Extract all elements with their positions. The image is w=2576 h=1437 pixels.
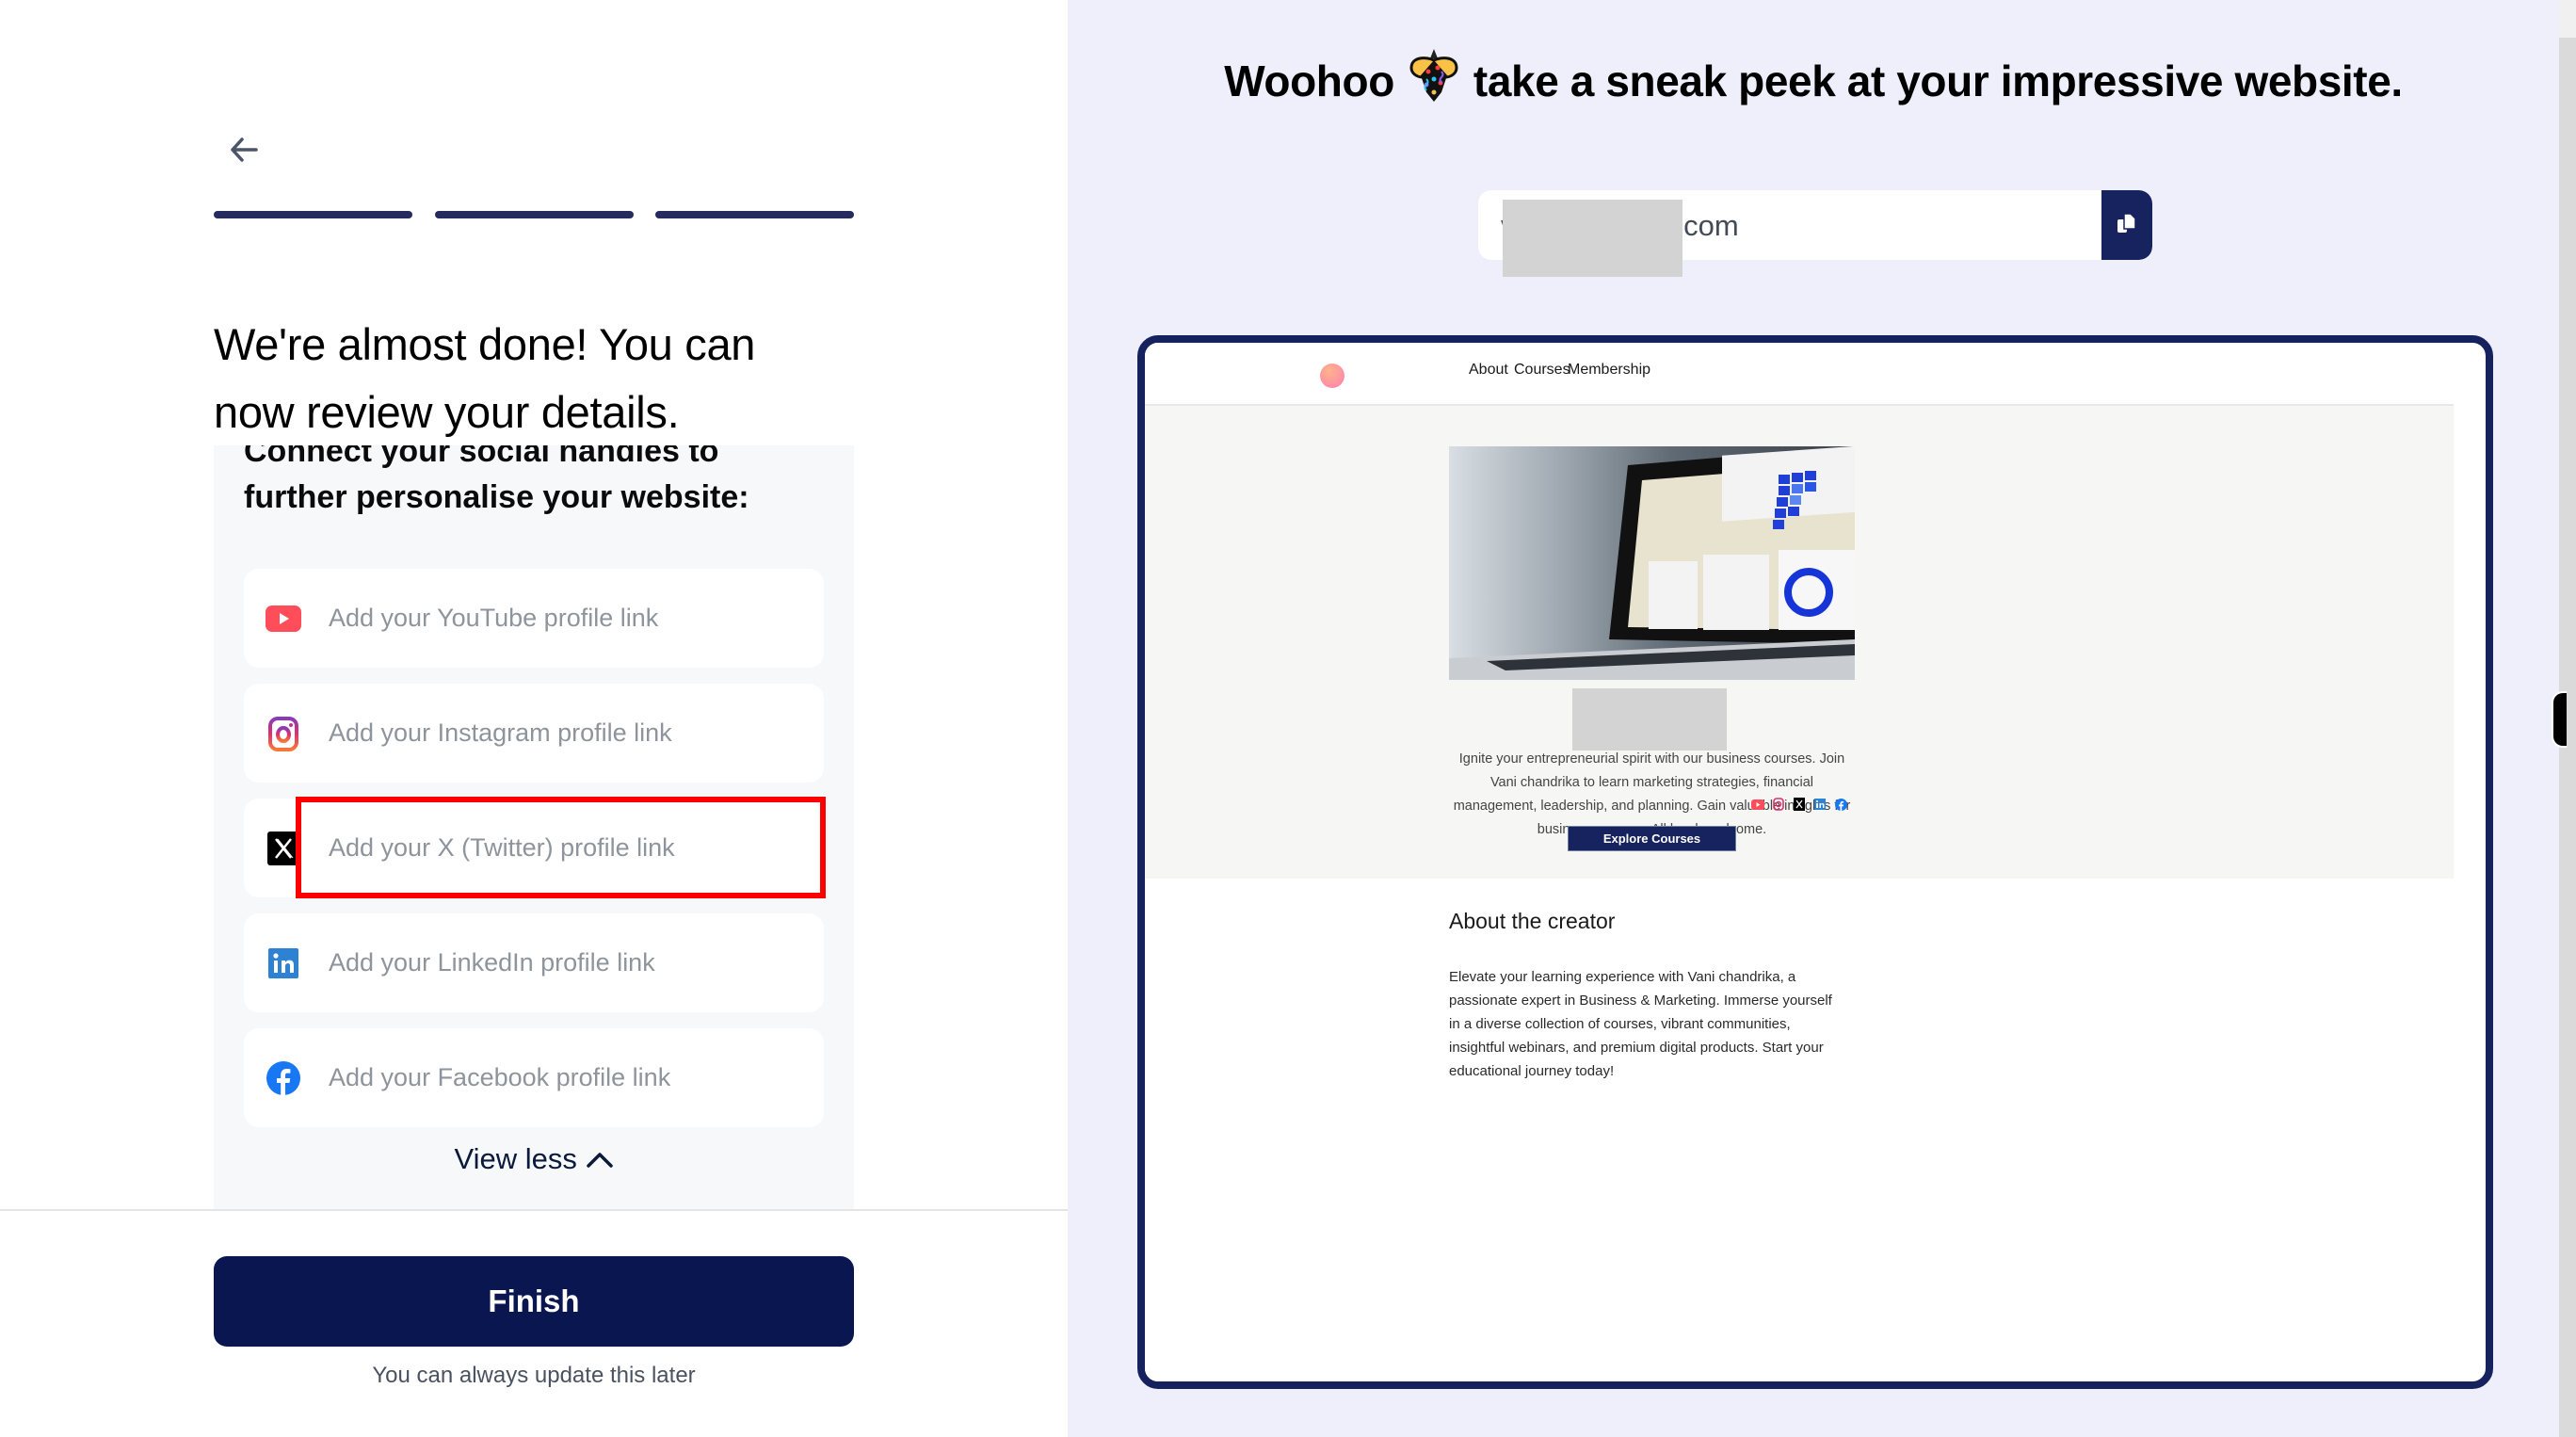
about-creator-title: About the creator <box>1449 909 1616 933</box>
facebook-icon[interactable] <box>1834 798 1847 811</box>
youtube-icon <box>265 600 302 638</box>
title-rest: take a sneak peek at your impressive web… <box>1473 56 2403 105</box>
site-header: About Courses Membership <box>1145 343 2454 406</box>
x-twitter-icon <box>265 830 302 867</box>
copy-link-button[interactable] <box>2101 190 2152 260</box>
finish-button[interactable]: Finish <box>214 1256 854 1347</box>
linkedin-link-input[interactable] <box>327 947 820 978</box>
title-woohoo: Woohoo <box>1224 56 1394 105</box>
chevron-up-icon <box>586 1142 614 1175</box>
instagram-field[interactable] <box>244 684 824 783</box>
website-preview: About Courses Membership Ignite your ent… <box>1145 343 2454 1381</box>
page-heading: We're almost done! You can now review yo… <box>214 311 873 446</box>
progress-step-2 <box>435 211 634 218</box>
update-later-note: You can always update this later <box>372 1363 696 1388</box>
heading-line-1: We're almost done! You can <box>214 319 756 369</box>
view-less-toggle[interactable]: View less <box>214 1142 854 1176</box>
party-popper-icon <box>1408 47 1460 114</box>
view-less-label: View less <box>454 1142 577 1175</box>
site-social-icons <box>1145 798 2454 811</box>
progress-step-1 <box>214 211 412 218</box>
youtube-link-input[interactable] <box>327 603 820 634</box>
x-twitter-icon[interactable] <box>1793 798 1806 811</box>
x-twitter-link-input[interactable] <box>327 832 820 864</box>
nav-membership[interactable]: Membership <box>1568 362 1650 379</box>
instagram-icon <box>265 715 302 752</box>
nav-about[interactable]: About <box>1469 362 1508 379</box>
about-creator-body: Elevate your learning experience with Va… <box>1449 969 1832 1079</box>
back-button[interactable] <box>222 130 266 173</box>
x-twitter-field[interactable] <box>244 799 824 897</box>
preview-title: Woohoo take a sneak peek at your impress… <box>1068 47 2559 114</box>
heading-line-2: now review your details. <box>214 387 680 437</box>
facebook-field[interactable] <box>244 1028 824 1127</box>
redacted-url-block <box>1503 200 1682 277</box>
arrow-left-icon <box>230 137 258 167</box>
linkedin-field[interactable] <box>244 913 824 1012</box>
about-creator-section: About the creator Elevate your learning … <box>1145 879 2454 1381</box>
redacted-name-block <box>1572 688 1727 751</box>
social-subheading-line-1: Connect your social handles to <box>244 445 719 469</box>
explore-courses-button[interactable]: Explore Courses <box>1568 826 1736 851</box>
website-preview-frame: About Courses Membership Ignite your ent… <box>1137 335 2493 1389</box>
footer-divider <box>0 1209 1068 1211</box>
instagram-icon[interactable] <box>1772 798 1785 811</box>
instagram-link-input[interactable] <box>327 718 820 749</box>
linkedin-icon <box>265 945 302 982</box>
linkedin-icon[interactable] <box>1813 798 1827 811</box>
side-tab-handle[interactable] <box>2552 691 2567 748</box>
social-handles-section: Connect your social handles to further p… <box>214 445 854 1210</box>
facebook-icon <box>265 1059 302 1097</box>
nav-courses[interactable]: Courses <box>1514 362 1570 379</box>
youtube-icon[interactable] <box>1751 798 1764 811</box>
copy-icon <box>2117 212 2137 239</box>
hero-image <box>1449 446 1855 680</box>
social-subheading-line-2: further personalise your website: <box>244 479 749 515</box>
progress-step-3 <box>655 211 854 218</box>
social-subheading: Connect your social handles to further p… <box>244 445 828 521</box>
youtube-field[interactable] <box>244 569 824 668</box>
facebook-link-input[interactable] <box>327 1062 820 1093</box>
site-logo[interactable] <box>1320 363 1344 388</box>
page-scrollbar-top <box>2559 0 2576 38</box>
